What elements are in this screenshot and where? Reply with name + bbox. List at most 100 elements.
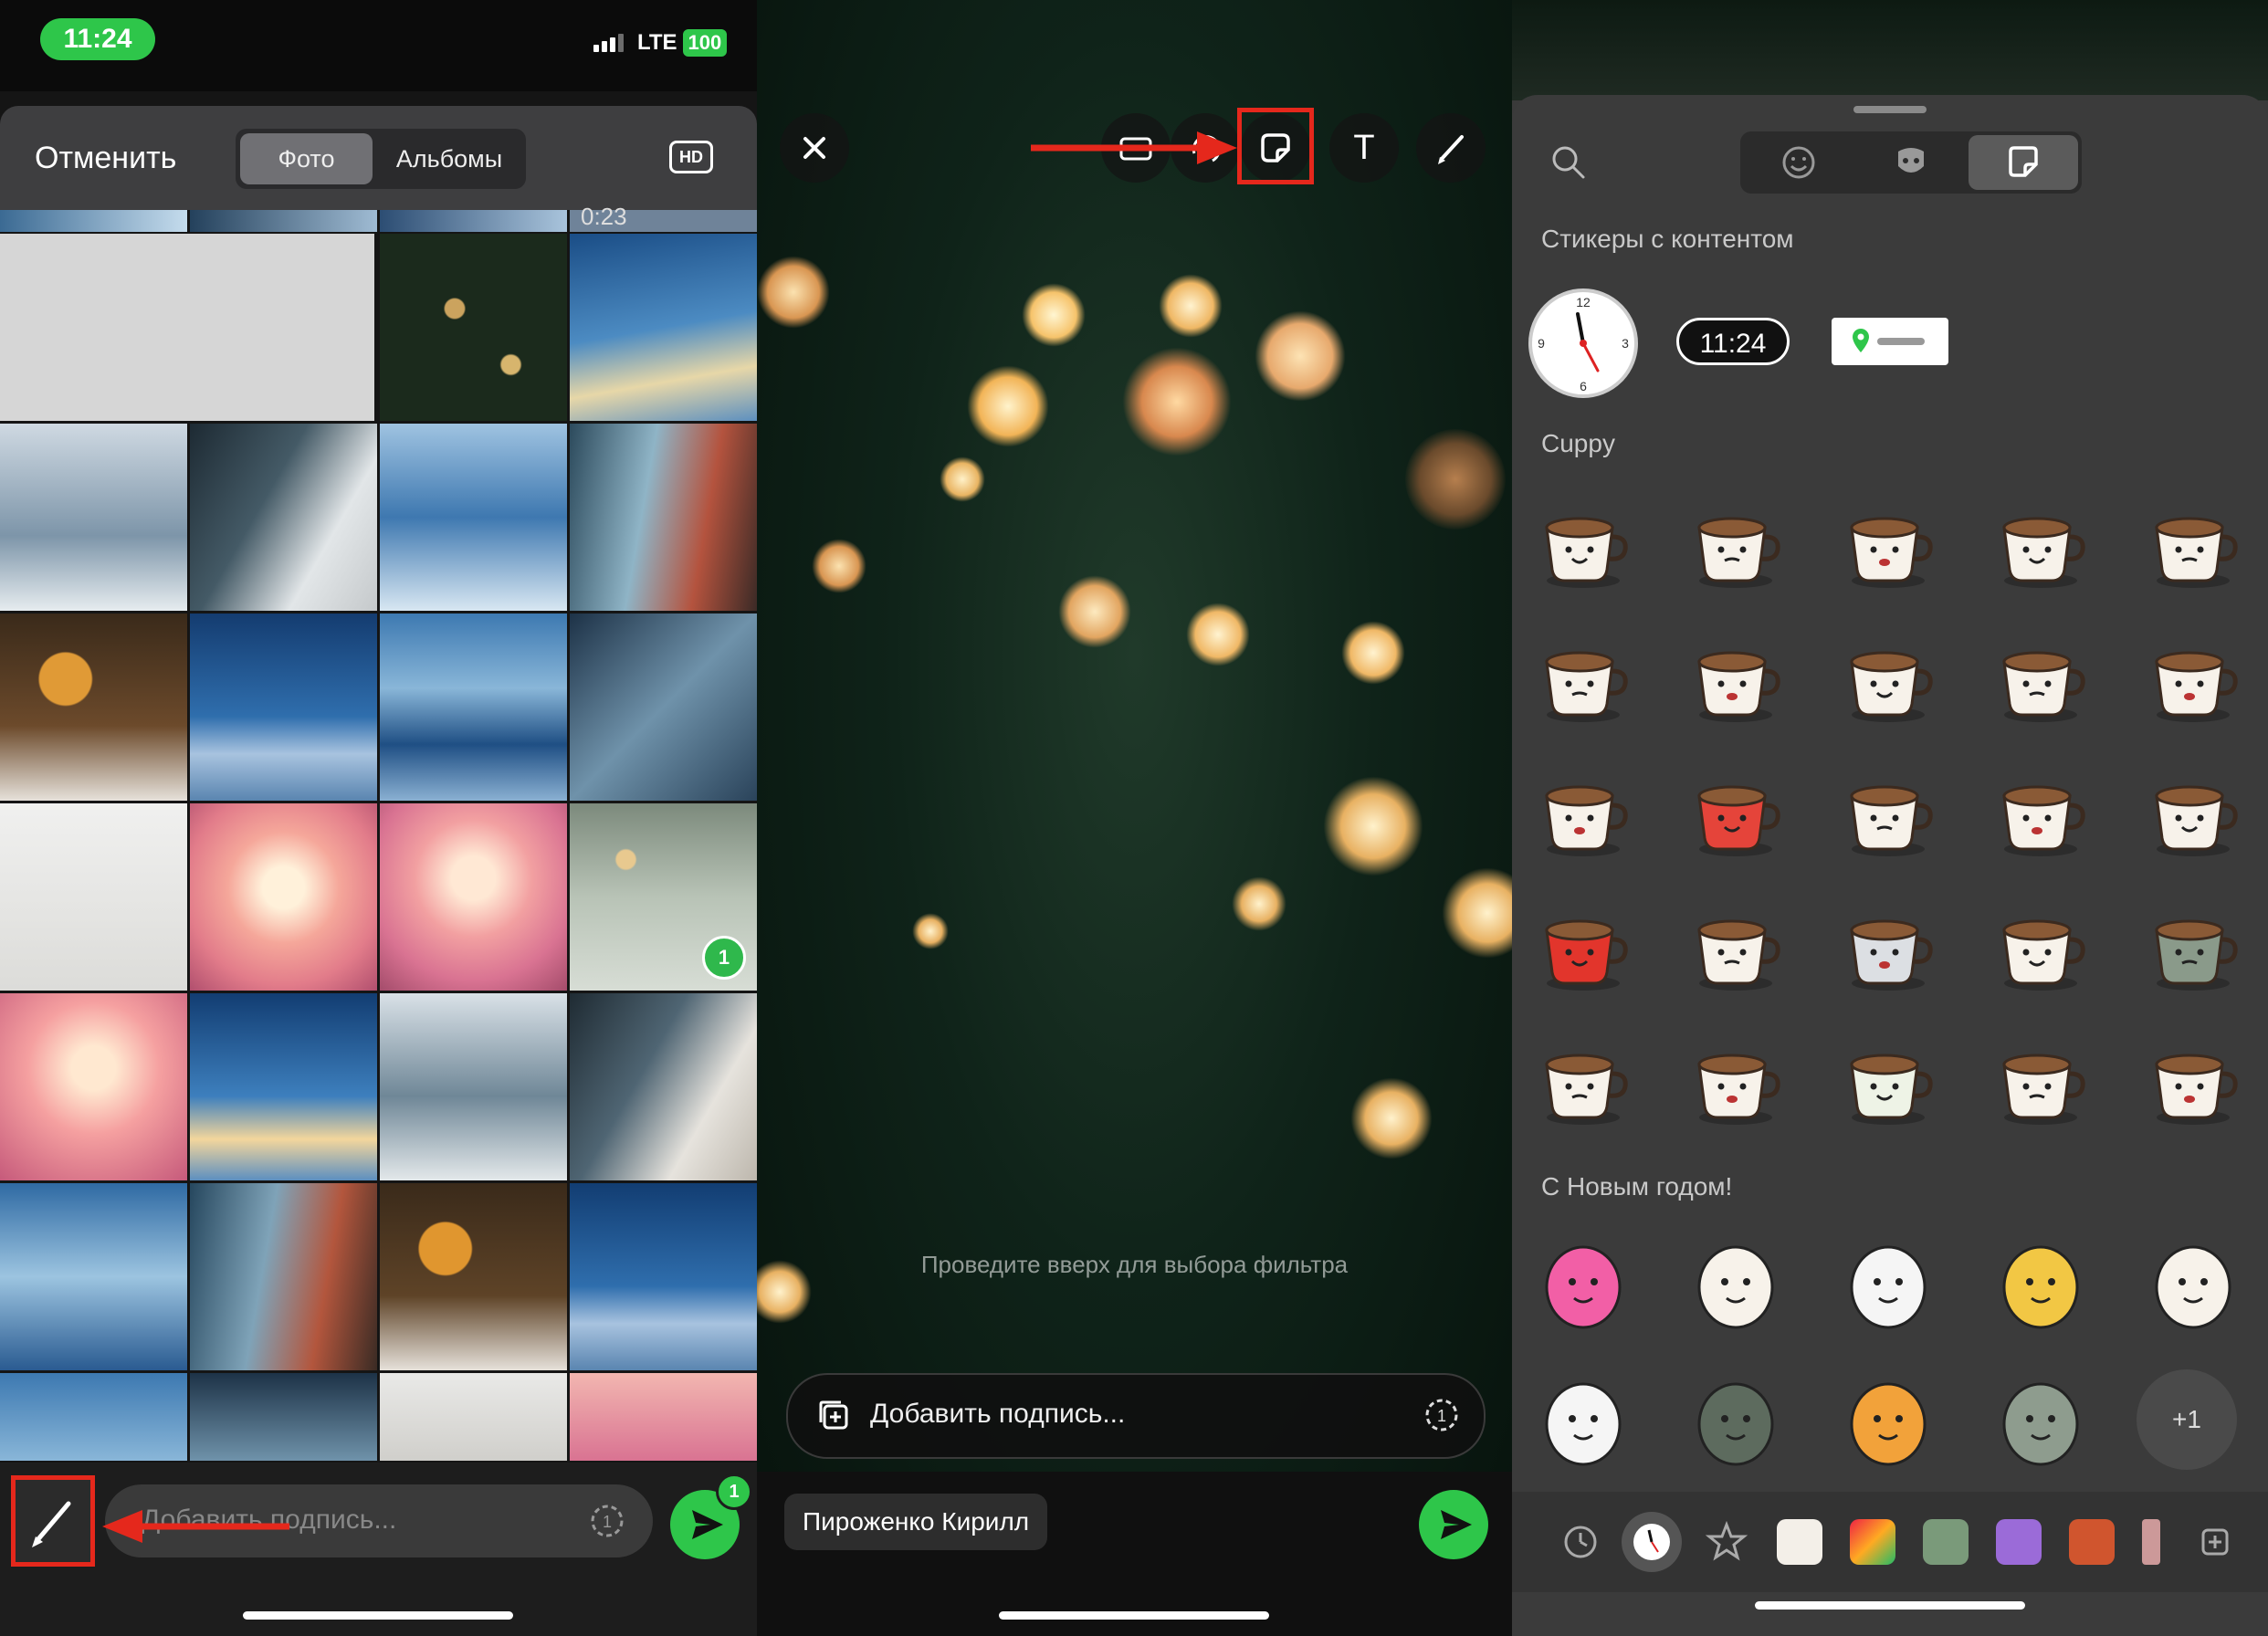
photo-thumb[interactable] — [570, 1373, 757, 1461]
cuppy-pack-icon[interactable] — [1777, 1519, 1822, 1565]
cuppy-sticker[interactable] — [1527, 888, 1640, 1002]
photo-thumb[interactable] — [380, 210, 567, 232]
clock-sticker[interactable]: 12 3 6 9 — [1527, 287, 1640, 400]
cuppy-sticker[interactable] — [1679, 754, 1792, 867]
photo-thumb[interactable] — [0, 210, 187, 232]
cuppy-sticker[interactable] — [1527, 754, 1640, 867]
new-year-sticker[interactable] — [2137, 1227, 2250, 1340]
cuppy-sticker[interactable] — [1984, 754, 2097, 867]
new-year-sticker[interactable] — [1984, 1364, 2097, 1477]
cuppy-sticker[interactable] — [1832, 620, 1945, 733]
cuppy-sticker[interactable] — [1527, 486, 1640, 599]
photo-thumb[interactable] — [380, 1373, 567, 1461]
new-year-sticker[interactable] — [1832, 1364, 1945, 1477]
cancel-button[interactable]: Отменить — [35, 141, 176, 176]
text-tool-button[interactable]: T — [1329, 113, 1399, 183]
new-year-sticker[interactable] — [1832, 1227, 1945, 1340]
cuppy-sticker[interactable] — [2137, 754, 2250, 867]
photo-thumb[interactable] — [570, 234, 757, 421]
cuppy-sticker[interactable] — [1832, 754, 1945, 867]
cuppy-sticker[interactable] — [1984, 1022, 2097, 1136]
timer-icon[interactable]: 1 — [589, 1503, 625, 1539]
new-year-sticker[interactable] — [1679, 1227, 1792, 1340]
cuppy-sticker[interactable] — [1679, 620, 1792, 733]
star-icon[interactable] — [1704, 1519, 1749, 1565]
photo-thumb[interactable] — [190, 424, 377, 611]
photo-thumb[interactable] — [380, 234, 567, 421]
photo-thumb[interactable] — [190, 1183, 377, 1370]
add-media-icon[interactable] — [815, 1397, 854, 1435]
new-year-sticker[interactable] — [1527, 1227, 1640, 1340]
time-sticker[interactable]: 11:24 — [1676, 318, 1790, 365]
tab-masks[interactable] — [1856, 135, 1966, 190]
cuppy-sticker[interactable] — [1984, 620, 2097, 733]
recent-icon[interactable] — [1558, 1519, 1603, 1565]
photo-thumb[interactable] — [570, 993, 757, 1180]
pack-icon[interactable] — [2069, 1519, 2115, 1565]
pack-icon[interactable] — [1850, 1519, 1895, 1565]
photo-thumb[interactable] — [190, 614, 377, 801]
search-icon[interactable] — [1549, 142, 1589, 183]
new-year-sticker[interactable] — [1984, 1227, 2097, 1340]
caption-input[interactable]: Добавить подпись... 1 — [786, 1373, 1486, 1459]
cuppy-sticker[interactable] — [1832, 1022, 1945, 1136]
photo-thumb[interactable] — [190, 210, 377, 232]
photo-thumb[interactable] — [380, 614, 567, 801]
photo-thumb[interactable]: 1 — [570, 803, 757, 991]
tab-albums[interactable]: Альбомы — [377, 133, 521, 184]
new-year-sticker[interactable] — [1679, 1364, 1792, 1477]
send-button[interactable] — [1419, 1490, 1488, 1559]
cuppy-sticker[interactable] — [1984, 486, 2097, 599]
photo-thumb[interactable] — [380, 1183, 567, 1370]
cuppy-sticker[interactable] — [2137, 1022, 2250, 1136]
cuppy-sticker[interactable] — [1527, 1022, 1640, 1136]
photo-thumb[interactable] — [570, 1183, 757, 1370]
timer-icon[interactable]: 1 — [1423, 1397, 1460, 1433]
photo-thumb[interactable] — [0, 424, 187, 611]
edit-photo-button[interactable] — [11, 1475, 95, 1567]
cuppy-sticker[interactable] — [1679, 888, 1792, 1002]
photo-thumb[interactable] — [570, 614, 757, 801]
draw-tool-button[interactable] — [1416, 113, 1486, 183]
tab-emoji[interactable] — [1744, 135, 1853, 190]
cuppy-sticker[interactable] — [1679, 1022, 1792, 1136]
recipient-chip[interactable]: Пироженко Кирилл — [784, 1494, 1048, 1550]
sheet-grabber[interactable] — [1853, 106, 1927, 113]
cuppy-sticker[interactable] — [1832, 888, 1945, 1002]
add-pack-icon[interactable] — [2192, 1519, 2238, 1565]
sticker-sheet: Стикеры с контентом 12 3 6 9 11:24 Cuppy… — [1512, 95, 2268, 1636]
pack-icon[interactable] — [2142, 1519, 2160, 1565]
cuppy-sticker[interactable] — [1832, 486, 1945, 599]
cuppy-sticker[interactable] — [1527, 620, 1640, 733]
more-stickers-button[interactable]: +1 — [2137, 1369, 2237, 1470]
tab-photos[interactable]: Фото — [240, 133, 373, 184]
cuppy-sticker[interactable] — [1984, 888, 2097, 1002]
location-sticker[interactable] — [1832, 318, 1948, 365]
photo-thumb[interactable] — [190, 1373, 377, 1461]
photo-thumb[interactable] — [0, 1373, 187, 1461]
new-year-sticker[interactable] — [1527, 1364, 1640, 1477]
pack-tab-active[interactable] — [1622, 1512, 1682, 1572]
pack-icon[interactable] — [1923, 1519, 1969, 1565]
photo-thumb[interactable] — [190, 803, 377, 991]
photo-thumb[interactable] — [380, 803, 567, 991]
photo-thumb[interactable] — [380, 424, 567, 611]
cuppy-sticker[interactable] — [2137, 486, 2250, 599]
hd-toggle-button[interactable]: HD — [669, 141, 713, 173]
tab-stickers[interactable] — [1969, 135, 2078, 190]
photo-thumb[interactable] — [570, 424, 757, 611]
photo-thumb[interactable] — [0, 803, 187, 991]
section-title-content: Стикеры с контентом — [1541, 225, 1794, 253]
photo-thumb[interactable] — [0, 993, 187, 1180]
photo-thumb[interactable] — [0, 614, 187, 801]
cuppy-sticker[interactable] — [1679, 486, 1792, 599]
photo-thumb[interactable] — [190, 993, 377, 1180]
photo-thumb[interactable] — [380, 993, 567, 1180]
pack-icon[interactable] — [1996, 1519, 2042, 1565]
photo-thumb[interactable] — [0, 1183, 187, 1370]
photo-thumb[interactable] — [0, 234, 374, 421]
close-editor-button[interactable] — [780, 113, 849, 183]
location-pin-icon — [1853, 329, 1925, 352]
cuppy-sticker[interactable] — [2137, 888, 2250, 1002]
cuppy-sticker[interactable] — [2137, 620, 2250, 733]
